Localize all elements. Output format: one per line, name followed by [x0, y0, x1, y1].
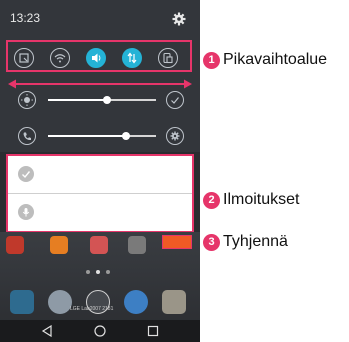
brightness-slider[interactable]	[48, 96, 156, 104]
brightness-icon	[18, 91, 36, 109]
rotation-toggle[interactable]	[158, 48, 178, 68]
app-icon[interactable]	[50, 236, 68, 254]
sound-settings-icon[interactable]	[166, 127, 184, 145]
callout-notifications: 2 Ilmoitukset	[203, 190, 299, 210]
sound-icon	[92, 53, 101, 63]
contacts-app-icon[interactable]	[48, 290, 72, 314]
home-icon[interactable]	[93, 324, 107, 338]
notification-item[interactable]	[8, 156, 192, 193]
app-icon[interactable]	[6, 236, 24, 254]
app-icon[interactable]	[128, 236, 146, 254]
back-icon[interactable]	[40, 324, 54, 338]
callout-clear: 3 Tyhjennä	[203, 232, 288, 252]
mic-icon	[18, 204, 34, 220]
callout-label: Tyhjennä	[223, 233, 288, 250]
gear-icon[interactable]	[172, 12, 186, 26]
quick-settings-panel	[0, 36, 200, 152]
volume-slider-fill	[48, 135, 126, 137]
notification-area	[6, 154, 194, 232]
page-indicator-active	[96, 270, 100, 274]
screen-capture-toggle[interactable]	[14, 48, 34, 68]
callout-label: Ilmoitukset	[223, 191, 300, 208]
sound-toggle[interactable]	[86, 48, 106, 68]
dock-label: LGE Lab2007 2181	[70, 306, 114, 312]
brightness-slider-fill	[48, 99, 108, 101]
app-icon[interactable]	[90, 236, 108, 254]
callout-number: 2	[203, 191, 220, 209]
check-circle-icon[interactable]	[166, 91, 184, 109]
callout-number: 1	[203, 51, 220, 69]
page-indicator	[106, 270, 110, 274]
wifi-icon	[54, 54, 66, 63]
phone-screen: 13:23 LGE Lab2007 2181	[0, 0, 200, 342]
data-toggle[interactable]	[122, 48, 142, 68]
brightness-slider-thumb[interactable]	[103, 96, 112, 104]
screen-capture-icon	[19, 53, 29, 63]
clear-button[interactable]	[162, 235, 192, 249]
volume-slider[interactable]	[48, 132, 156, 140]
recents-icon[interactable]	[146, 324, 160, 338]
notification-item[interactable]	[8, 193, 192, 231]
swipe-arrow	[8, 79, 192, 89]
wifi-toggle[interactable]	[50, 48, 70, 68]
check-icon	[18, 166, 34, 182]
rotate-icon	[163, 52, 173, 64]
page-indicator	[86, 270, 90, 274]
callout-label: Pikavaihtoalue	[223, 51, 328, 68]
navigation-bar	[0, 320, 200, 342]
status-bar: 13:23	[0, 0, 200, 36]
ringtone-icon	[18, 127, 36, 145]
data-transfer-icon	[127, 52, 137, 64]
browser-app-icon[interactable]	[124, 290, 148, 314]
status-time: 13:23	[10, 11, 41, 25]
phone-app-icon[interactable]	[10, 290, 34, 314]
volume-slider-thumb[interactable]	[121, 132, 130, 140]
quick-toggle-row	[6, 40, 192, 72]
callout-quick-settings: 1 Pikavaihtoalue	[203, 50, 327, 70]
messaging-app-icon[interactable]	[162, 290, 186, 314]
callout-number: 3	[203, 233, 220, 251]
